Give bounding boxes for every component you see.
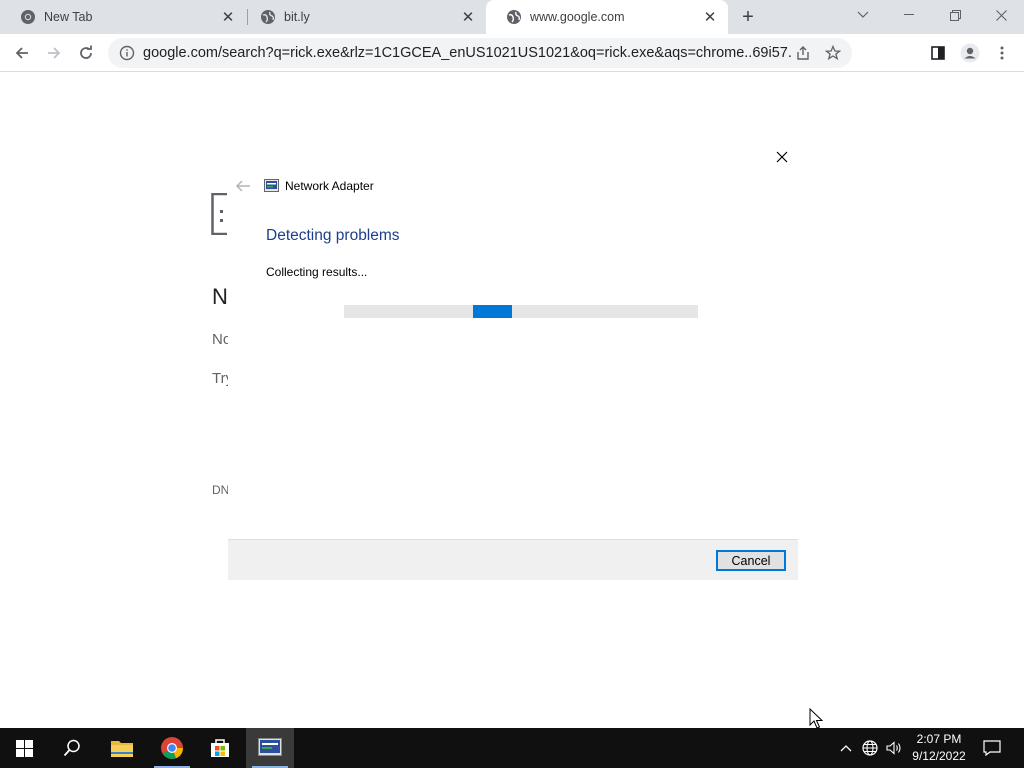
info-icon[interactable] bbox=[119, 45, 135, 61]
side-panel-button[interactable] bbox=[924, 39, 952, 67]
troubleshooter-dialog: Network Adapter Detecting problems Colle… bbox=[228, 138, 798, 580]
troubleshooter-icon bbox=[258, 738, 282, 756]
back-button[interactable] bbox=[8, 39, 36, 67]
tab-title: New Tab bbox=[44, 10, 93, 24]
side-panel-icon bbox=[931, 46, 945, 60]
file-explorer-icon bbox=[111, 741, 133, 757]
browser-toolbar: google.com/search?q=rick.exe&rlz=1C1GCEA… bbox=[0, 34, 1024, 72]
minimize-button[interactable] bbox=[886, 0, 932, 30]
menu-button[interactable] bbox=[988, 39, 1016, 67]
dialog-app-title: Network Adapter bbox=[285, 179, 374, 193]
tab-google[interactable]: www.google.com ✕ bbox=[486, 0, 728, 34]
error-code-fragment: DN bbox=[212, 483, 230, 497]
dialog-heading: Detecting problems bbox=[266, 227, 400, 244]
system-clock[interactable]: 2:07 PM 9/12/2022 bbox=[906, 731, 972, 765]
network-adapter-icon bbox=[264, 179, 279, 192]
network-tray-button[interactable] bbox=[860, 738, 880, 758]
start-button[interactable] bbox=[0, 728, 48, 768]
taskbar-store[interactable] bbox=[196, 728, 244, 768]
progress-indicator bbox=[473, 305, 512, 318]
start-icon bbox=[15, 739, 33, 757]
dialog-footer: Cancel bbox=[228, 539, 798, 580]
restore-button[interactable] bbox=[932, 0, 978, 30]
tab-strip: New Tab ✕ bit.ly ✕ www.google.com ✕ + bbox=[0, 0, 1024, 34]
tab-title: bit.ly bbox=[284, 10, 310, 24]
chevron-down-icon bbox=[857, 11, 869, 18]
clock-time: 2:07 PM bbox=[916, 732, 962, 746]
error-dino-icon bbox=[211, 193, 227, 235]
url-text[interactable]: google.com/search?q=rick.exe&rlz=1C1GCEA… bbox=[143, 45, 792, 61]
globe-icon bbox=[506, 9, 522, 25]
show-hidden-icons-button[interactable] bbox=[836, 738, 856, 758]
action-center-button[interactable] bbox=[976, 728, 1008, 768]
taskbar: 2:07 PM 9/12/2022 bbox=[0, 728, 1024, 768]
share-icon[interactable] bbox=[792, 42, 814, 64]
notification-icon bbox=[983, 740, 1001, 756]
back-icon bbox=[15, 47, 28, 59]
volume-icon bbox=[886, 741, 901, 755]
taskbar-chrome[interactable] bbox=[148, 728, 196, 768]
close-tab-icon[interactable]: ✕ bbox=[460, 9, 476, 26]
profile-button[interactable] bbox=[956, 39, 984, 67]
error-heading-fragment: N bbox=[212, 284, 228, 309]
progress-bar bbox=[344, 305, 698, 318]
close-icon bbox=[776, 151, 788, 163]
forward-button[interactable] bbox=[40, 39, 68, 67]
taskbar-file-explorer[interactable] bbox=[98, 728, 146, 768]
new-tab-button[interactable]: + bbox=[736, 5, 760, 29]
close-tab-icon[interactable]: ✕ bbox=[702, 9, 718, 26]
dialog-status-text: Collecting results... bbox=[266, 265, 368, 279]
reload-button[interactable] bbox=[72, 39, 100, 67]
close-window-button[interactable] bbox=[978, 0, 1024, 30]
tab-new-tab[interactable]: New Tab ✕ bbox=[0, 0, 246, 34]
restore-icon bbox=[949, 9, 961, 21]
profile-icon bbox=[960, 43, 980, 63]
cancel-button[interactable]: Cancel bbox=[716, 550, 786, 571]
menu-icon bbox=[1000, 46, 1004, 60]
tab-bitly[interactable]: bit.ly ✕ bbox=[240, 0, 486, 34]
search-icon bbox=[63, 739, 80, 757]
tab-search-button[interactable] bbox=[840, 0, 886, 30]
taskbar-troubleshooter[interactable] bbox=[246, 728, 294, 768]
globe-icon bbox=[260, 9, 276, 25]
reload-icon bbox=[80, 45, 92, 59]
chevron-up-icon bbox=[840, 745, 852, 752]
clock-date: 9/12/2022 bbox=[912, 749, 966, 763]
address-bar[interactable]: google.com/search?q=rick.exe&rlz=1C1GCEA… bbox=[108, 38, 852, 68]
close-tab-icon[interactable]: ✕ bbox=[220, 9, 236, 26]
network-globe-icon bbox=[862, 740, 878, 756]
forward-icon bbox=[48, 47, 61, 59]
taskbar-search-button[interactable] bbox=[48, 728, 96, 768]
star-icon[interactable] bbox=[822, 42, 844, 64]
mouse-cursor-icon bbox=[809, 708, 823, 729]
chrome-icon bbox=[161, 737, 184, 760]
close-icon bbox=[995, 9, 1007, 21]
chrome-icon bbox=[20, 9, 36, 25]
minimize-icon bbox=[904, 14, 914, 15]
back-icon[interactable] bbox=[234, 178, 252, 194]
dialog-close-button[interactable] bbox=[770, 146, 794, 168]
volume-tray-button[interactable] bbox=[884, 738, 904, 758]
store-icon bbox=[211, 739, 229, 757]
tab-title: www.google.com bbox=[530, 10, 625, 24]
plus-icon: + bbox=[742, 5, 754, 28]
